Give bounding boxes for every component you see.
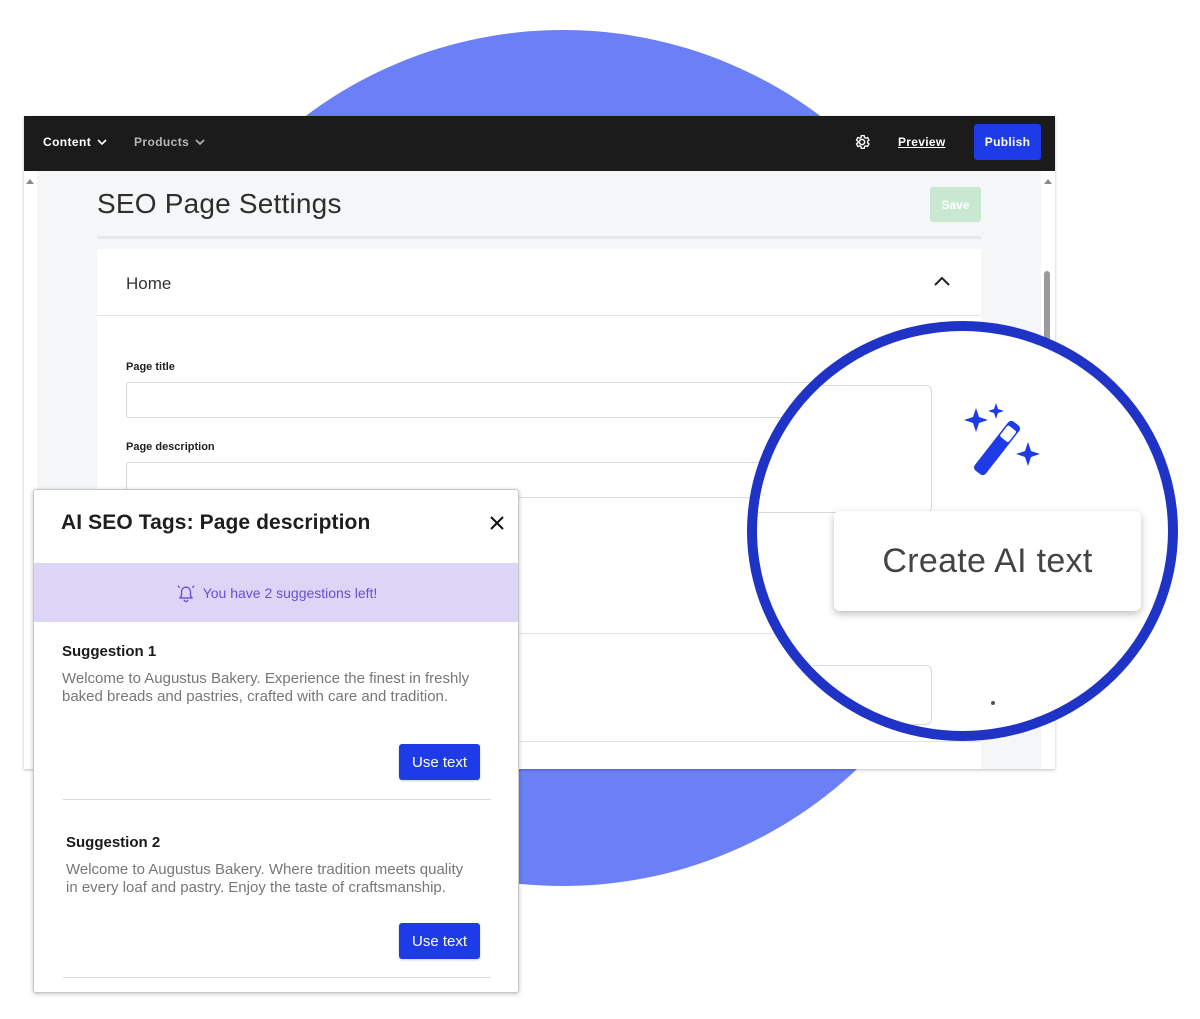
- nav-content-menu[interactable]: Content: [43, 135, 108, 149]
- bell-alarm-icon: [177, 584, 195, 602]
- suggestion-divider: [63, 977, 491, 978]
- magnifier-callout: Create AI text: [747, 321, 1178, 741]
- use-text-button[interactable]: Use text: [399, 744, 480, 780]
- section-header-label: Home: [126, 274, 172, 293]
- title-divider: [97, 236, 981, 239]
- gear-icon[interactable]: [853, 133, 871, 151]
- suggestions-left-banner: You have 2 suggestions left!: [34, 563, 518, 622]
- nav-products-menu[interactable]: Products: [134, 135, 206, 149]
- ai-seo-tags-dialog: AI SEO Tags: Page description You have 2…: [33, 489, 519, 993]
- publish-button[interactable]: Publish: [974, 124, 1041, 160]
- magic-wand-icon[interactable]: [962, 403, 1042, 483]
- create-ai-text-tooltip[interactable]: Create AI text: [834, 511, 1141, 611]
- tooltip-label: Create AI text: [882, 541, 1093, 580]
- zoomed-input-field: [757, 385, 932, 513]
- zoomed-marker: [991, 701, 995, 705]
- section-divider: [97, 315, 981, 316]
- zoomed-input-field: [757, 665, 932, 725]
- save-button[interactable]: Save: [930, 187, 981, 222]
- nav-content-label: Content: [43, 135, 92, 149]
- close-icon[interactable]: [488, 514, 506, 532]
- suggestion-text: Welcome to Augustus Bakery. Where tradit…: [66, 861, 464, 896]
- suggestion-text: Welcome to Augustus Bakery. Experience t…: [62, 670, 470, 705]
- chevron-down-icon: [195, 139, 205, 146]
- page-description-label: Page description: [126, 441, 215, 453]
- top-navigation-bar: Content Products Preview Publish: [24, 116, 1055, 171]
- scroll-up-arrow-icon[interactable]: [26, 179, 34, 184]
- page-title: SEO Page Settings: [97, 188, 342, 219]
- dialog-title: AI SEO Tags: Page description: [61, 511, 371, 534]
- suggestions-left-text: You have 2 suggestions left!: [202, 584, 378, 601]
- preview-link[interactable]: Preview: [898, 135, 945, 149]
- chevron-down-icon: [97, 139, 107, 146]
- tooltip-arrow: [973, 496, 1003, 511]
- nav-products-label: Products: [134, 135, 190, 149]
- suggestion-title: Suggestion 2: [66, 834, 161, 851]
- scroll-up-arrow-icon[interactable]: [1044, 179, 1052, 184]
- suggestion-title: Suggestion 1: [62, 643, 157, 660]
- chevron-up-icon[interactable]: [933, 275, 951, 287]
- use-text-button[interactable]: Use text: [399, 923, 480, 959]
- page-title-label: Page title: [126, 361, 175, 373]
- screenshot-stage: Content Products Preview Publish SEO Pag…: [0, 0, 1200, 1019]
- suggestion-divider: [63, 799, 491, 800]
